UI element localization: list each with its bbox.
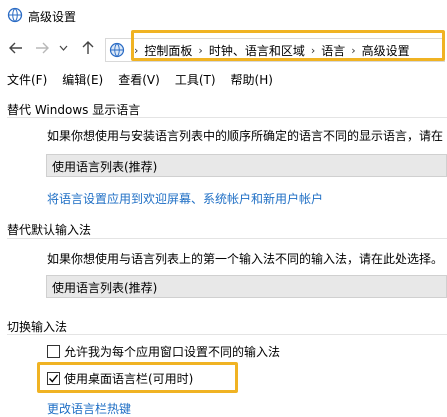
display-language-dropdown[interactable]: 使用语言列表(推荐) — [46, 154, 447, 177]
per-app-input-checkbox[interactable] — [47, 345, 60, 358]
breadcrumb: › 控制面板 › 时钟、语言和区域 › 语言 › 高级设置 — [132, 42, 414, 59]
switch-input-heading: 切换输入法 — [7, 320, 68, 334]
back-arrow-icon[interactable] — [6, 38, 26, 58]
input-method-heading: 替代默认输入法 — [7, 223, 92, 237]
section-divider — [7, 334, 447, 335]
menu-help[interactable]: 帮助(H) — [224, 68, 281, 90]
per-app-input-label[interactable]: 允许我为每个应用窗口设置不同的输入法 — [64, 343, 280, 360]
input-method-description: 如果你想使用与语言列表上的第一个输入法不同的输入法，请在此处选择。 — [47, 252, 444, 266]
menu-edit[interactable]: 编辑(E) — [55, 68, 111, 90]
menu-bar: 文件(F) 编辑(E) 查看(V) 工具(T) 帮助(H) — [0, 68, 447, 90]
recent-locations-icon[interactable] — [56, 38, 70, 58]
breadcrumb-clock-language-region[interactable]: 时钟、语言和区域 — [205, 42, 309, 59]
breadcrumb-advanced-settings[interactable]: 高级设置 — [358, 42, 414, 59]
breadcrumb-separator-icon: › — [351, 44, 356, 57]
section-divider — [7, 238, 447, 239]
apply-language-settings-link[interactable]: 将语言设置应用到欢迎屏幕、系统帐户和新用户帐户 — [47, 190, 323, 207]
window-title: 高级设置 — [28, 10, 77, 24]
input-method-dropdown[interactable]: 使用语言列表(推荐) — [46, 275, 447, 298]
input-method-selected: 使用语言列表(推荐) — [52, 281, 158, 295]
breadcrumb-separator-icon: › — [134, 44, 139, 57]
desktop-language-bar-label[interactable]: 使用桌面语言栏(可用时) — [64, 370, 193, 387]
display-language-description: 如果你想使用与安装语言列表中的顺序所确定的语言不同的显示语言，请在 — [47, 129, 444, 143]
menu-file[interactable]: 文件(F) — [0, 68, 55, 90]
language-settings-icon — [7, 7, 23, 23]
checkmark-icon — [48, 374, 59, 383]
breadcrumb-separator-icon: › — [310, 44, 316, 57]
forward-arrow-icon[interactable] — [32, 38, 52, 58]
title-bar: 高级设置 — [0, 0, 447, 32]
breadcrumb-separator-icon: › — [198, 44, 203, 57]
menu-view[interactable]: 查看(V) — [111, 68, 168, 90]
section-divider — [7, 117, 447, 118]
navigation-bar: › 控制面板 › 时钟、语言和区域 › 语言 › 高级设置 — [0, 32, 447, 66]
breadcrumb-language[interactable]: 语言 — [317, 42, 349, 59]
up-arrow-icon[interactable] — [78, 38, 98, 58]
desktop-language-bar-checkbox[interactable] — [47, 372, 60, 385]
display-language-heading: 替代 Windows 显示语言 — [7, 103, 141, 117]
control-panel-icon — [108, 41, 126, 59]
display-language-selected: 使用语言列表(推荐) — [52, 160, 158, 174]
breadcrumb-control-panel[interactable]: 控制面板 — [140, 42, 196, 59]
change-language-bar-hotkeys-link[interactable]: 更改语言栏热键 — [47, 400, 131, 417]
menu-tools[interactable]: 工具(T) — [168, 68, 224, 90]
